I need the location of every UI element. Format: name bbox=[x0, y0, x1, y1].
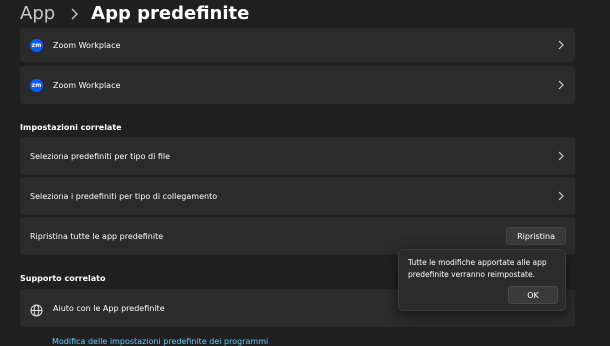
reset-confirmation-popup: Tutte le modifiche apportate alle app pr… bbox=[398, 249, 566, 311]
reset-button[interactable]: Ripristina bbox=[506, 227, 566, 245]
chevron-right-icon bbox=[558, 80, 564, 90]
breadcrumb-app[interactable]: App bbox=[20, 3, 55, 24]
app-item-label: Zoom Workplace bbox=[53, 40, 121, 50]
globe-icon bbox=[30, 302, 43, 316]
page-title: App predefinite bbox=[91, 2, 250, 24]
zoom-app-icon: zm bbox=[30, 38, 43, 52]
chevron-right-icon bbox=[67, 6, 81, 20]
reset-defaults-label: Ripristina tutte le app predefinite bbox=[30, 231, 164, 241]
ok-button[interactable]: OK bbox=[508, 286, 558, 304]
breadcrumb: App App predefinite bbox=[20, 1, 249, 25]
link-type-defaults-item[interactable]: Seleziona i predefiniti per tipo di coll… bbox=[20, 177, 575, 215]
app-item-zoom-1[interactable]: zm Zoom Workplace bbox=[20, 28, 575, 62]
file-type-defaults-item[interactable]: Seleziona predefiniti per tipo di file bbox=[20, 137, 575, 175]
zoom-app-icon: zm bbox=[30, 78, 43, 92]
file-type-defaults-label: Seleziona predefiniti per tipo di file bbox=[30, 151, 171, 161]
app-item-label: Zoom Workplace bbox=[53, 80, 121, 90]
popup-message: Tutte le modifiche apportate alle app pr… bbox=[408, 258, 547, 279]
chevron-right-icon bbox=[558, 40, 564, 50]
link-type-defaults-label: Seleziona i predefiniti per tipo di coll… bbox=[30, 191, 218, 201]
app-item-zoom-2[interactable]: zm Zoom Workplace bbox=[20, 66, 575, 104]
help-default-apps-label: Aiuto con le App predefinite bbox=[53, 303, 165, 313]
section-title-related-settings: Impostazioni correlate bbox=[20, 123, 122, 132]
chevron-right-icon bbox=[558, 151, 564, 161]
chevron-right-icon bbox=[558, 191, 564, 201]
section-title-related-support: Supporto correlato bbox=[20, 274, 106, 283]
